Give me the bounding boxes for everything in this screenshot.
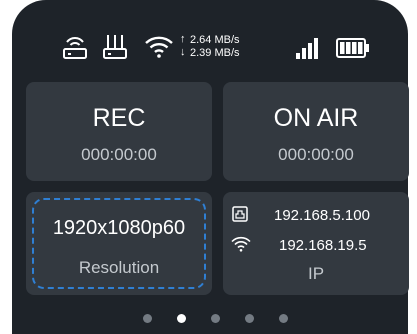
router-icon (63, 37, 87, 59)
resolution-label: Resolution (78, 258, 160, 277)
record-title: REC (92, 104, 146, 132)
record-tile[interactable]: REC 000:00:00 (26, 82, 212, 181)
upload-speed: 2.64 MB/s (190, 34, 240, 46)
download-speed: 2.39 MB/s (190, 47, 240, 59)
page-dot-5[interactable] (279, 314, 288, 323)
resolution-tile[interactable]: 1920x1080p60 Resolution (26, 192, 212, 295)
record-timer: 000:00:00 (81, 145, 157, 164)
resolution-value: 1920x1080p60 (52, 217, 186, 239)
ethernet-icon (232, 206, 248, 222)
wifi-icon (145, 36, 173, 58)
page-dot-4[interactable] (245, 314, 254, 323)
network-device-icon (103, 35, 127, 59)
ip-label: IP (307, 264, 325, 283)
download-arrow: ↓ (180, 46, 186, 58)
wifi-icon (231, 236, 251, 252)
battery-icon (336, 38, 369, 58)
stream-title: ON AIR (273, 104, 359, 132)
wifi-ip: 192.168.19.5 (279, 237, 367, 254)
upload-arrow: ↑ (180, 33, 186, 45)
ethernet-ip: 192.168.5.100 (274, 207, 370, 224)
stream-tile[interactable]: ON AIR 000:00:00 (223, 82, 409, 181)
page-dot-1[interactable] (143, 314, 152, 323)
page-dot-2-active[interactable] (177, 314, 186, 323)
device-screen: ↑ 2.64 MB/s ↓ 2.39 MB/s REC 000:00:00 ON… (12, 0, 409, 334)
page-dot-3[interactable] (211, 314, 220, 323)
stream-timer: 000:00:00 (278, 145, 354, 164)
cellular-signal-icon (296, 38, 318, 59)
ip-tile[interactable]: 192.168.5.100 192.168.19.5 IP (223, 192, 409, 295)
